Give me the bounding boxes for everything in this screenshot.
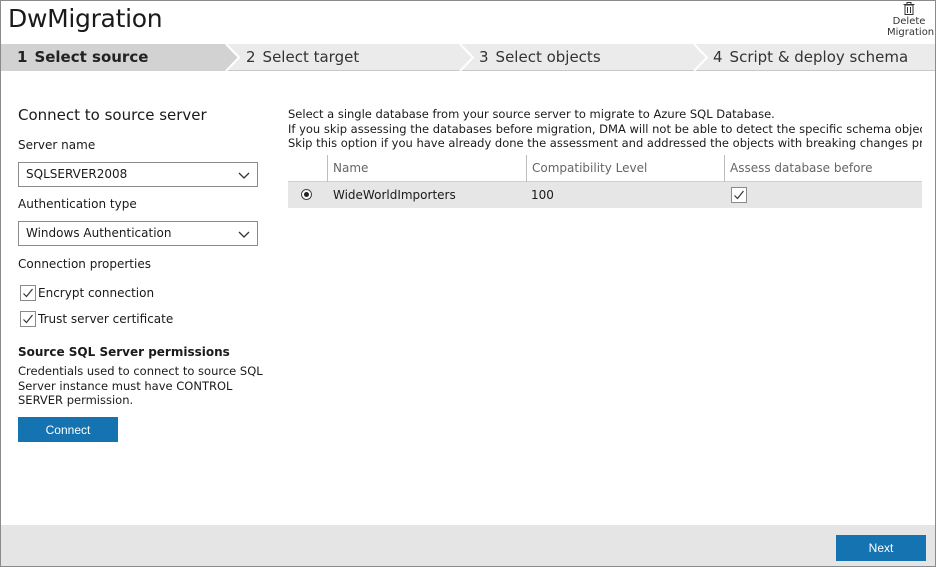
auth-type-dropdown[interactable]: Windows Authentication	[18, 221, 258, 246]
server-name-dropdown[interactable]: SQLSERVER2008	[18, 162, 258, 187]
step-label: Select source	[34, 48, 149, 66]
encrypt-connection-checkbox[interactable]	[20, 285, 36, 301]
footer-bar: Next	[1, 525, 935, 566]
column-header-compatibility[interactable]: Compatibility Level	[526, 155, 724, 182]
radio-dot	[304, 192, 309, 197]
instructions-line: Select a single database from your sourc…	[288, 107, 775, 121]
encrypt-connection-label: Encrypt connection	[38, 286, 155, 300]
permissions-title: Source SQL Server permissions	[18, 345, 230, 359]
connect-button[interactable]: Connect	[18, 417, 118, 442]
step-number: 4	[713, 48, 723, 66]
column-header-assess[interactable]: Assess database before migration?	[724, 155, 922, 202]
instructions-line: If you skip assessing the databases befo…	[288, 121, 922, 136]
grid-header: Name Compatibility Level Assess database…	[288, 155, 922, 202]
checkmark-icon	[23, 288, 33, 298]
step-separator-chevron	[222, 44, 240, 71]
step-select-objects[interactable]: 3 Select objects	[479, 44, 689, 71]
app-title: DwMigration	[8, 4, 163, 33]
database-grid: Name Compatibility Level Assess database…	[288, 155, 922, 208]
database-name-cell: WideWorldImporters	[333, 188, 456, 202]
step-label: Select objects	[495, 48, 601, 66]
chevron-down-icon	[238, 172, 250, 179]
step-script-deploy[interactable]: 4 Script & deploy schema	[713, 44, 933, 71]
trust-certificate-label: Trust server certificate	[38, 312, 174, 326]
instructions-line: Skip this option if you have already don…	[288, 136, 922, 150]
step-separator-chevron	[459, 44, 474, 71]
step-select-source[interactable]: 1 Select source	[1, 44, 223, 71]
step-number: 1	[17, 48, 28, 66]
connection-properties-label: Connection properties	[18, 257, 151, 271]
connect-source-heading: Connect to source server	[18, 106, 207, 124]
step-select-target[interactable]: 2 Select target	[246, 44, 456, 71]
delete-migration-button[interactable]: Delete Migration	[887, 2, 935, 38]
checkmark-icon	[23, 314, 33, 324]
trash-icon	[903, 2, 915, 15]
wizard-steps: 1 Select source 2 Select target 3 Select ob…	[1, 44, 935, 71]
chevron-down-icon	[238, 231, 250, 238]
step-number: 3	[479, 48, 489, 66]
trust-certificate-checkbox[interactable]	[20, 311, 36, 327]
trust-certificate-option[interactable]: Trust server certificate	[20, 310, 173, 328]
instructions-text: Select a single database from your sourc…	[288, 107, 922, 151]
step-label: Script & deploy schema	[729, 48, 909, 66]
encrypt-connection-option[interactable]: Encrypt connection	[20, 284, 154, 302]
server-name-label: Server name	[18, 138, 96, 152]
step-label: Select target	[262, 48, 360, 66]
step-separator-chevron	[693, 44, 708, 71]
delete-label-line2: Migration	[887, 27, 935, 38]
auth-type-value: Windows Authentication	[26, 226, 172, 240]
row-select-radio[interactable]	[301, 189, 312, 200]
delete-label-line1: Delete	[892, 16, 926, 27]
auth-type-label: Authentication type	[18, 197, 137, 211]
server-name-value: SQLSERVER2008	[26, 167, 128, 181]
compatibility-level-cell: 100	[531, 188, 554, 202]
permissions-description: Credentials used to connect to source SQ…	[18, 364, 263, 407]
assess-database-checkbox[interactable]	[731, 187, 747, 203]
step-number: 2	[246, 48, 256, 66]
column-header-name[interactable]: Name	[327, 155, 526, 182]
next-button[interactable]: Next	[836, 535, 926, 561]
checkmark-icon	[734, 190, 744, 200]
table-row[interactable]: WideWorldImporters 100	[288, 182, 922, 208]
